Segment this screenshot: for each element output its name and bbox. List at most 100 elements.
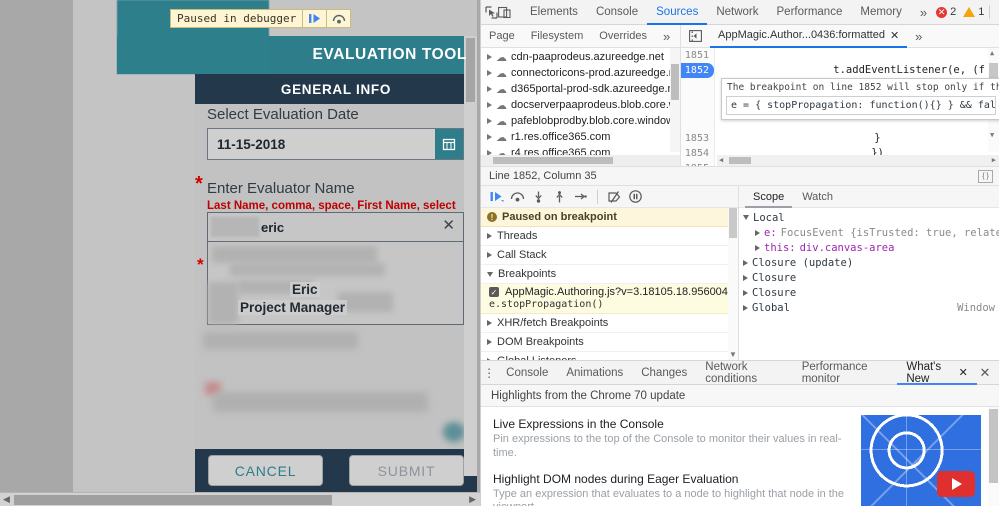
- sources-tab-overrides[interactable]: Overrides: [591, 25, 655, 48]
- app-vertical-scrollbar[interactable]: [464, 36, 477, 476]
- evaluation-date-input[interactable]: 11-15-2018: [207, 128, 464, 160]
- submit-button[interactable]: SUBMIT: [349, 455, 464, 486]
- close-icon[interactable]: ✕: [890, 29, 899, 42]
- section-global-listeners[interactable]: Global Listeners: [481, 352, 738, 360]
- scope-tree[interactable]: Local e: FocusEvent {isTrusted: true, re…: [739, 208, 999, 315]
- error-warning-counts[interactable]: ✕ 2 1: [936, 6, 984, 18]
- sources-nav-more-icon[interactable]: »: [655, 25, 678, 48]
- drawer-tab-whats-new[interactable]: What's New ✕: [897, 361, 977, 385]
- tab-elements[interactable]: Elements: [521, 0, 587, 25]
- section-xhr-breakpoints[interactable]: XHR/fetch Breakpoints: [481, 314, 738, 333]
- line-number[interactable]: 1854: [681, 146, 714, 161]
- chevron-right-icon[interactable]: [487, 86, 492, 92]
- tree-item[interactable]: ☁ r1.res.office365.com: [481, 129, 680, 145]
- step-over-icon[interactable]: [326, 10, 350, 27]
- scope-row-global[interactable]: Global Window: [739, 300, 999, 315]
- more-tabs-icon[interactable]: »: [911, 0, 936, 25]
- file-tab-appmagic[interactable]: AppMagic.Author...0436:formatted ✕: [710, 25, 908, 48]
- editor-horizontal-scrollbar[interactable]: ◀ ▶: [717, 155, 999, 166]
- close-icon[interactable]: ✕: [442, 218, 455, 233]
- pretty-print-icon[interactable]: { }: [978, 169, 993, 183]
- scope-row-closure[interactable]: Closure: [739, 270, 999, 285]
- tab-console[interactable]: Console: [587, 0, 647, 25]
- deactivate-breakpoints-icon[interactable]: [605, 188, 624, 206]
- line-number[interactable]: 1853: [681, 131, 714, 146]
- whats-new-item[interactable]: Highlight DOM nodes during Eager Evaluat…: [493, 472, 848, 506]
- inspect-element-icon[interactable]: [485, 1, 498, 23]
- evaluator-suggestion-list[interactable]: Eric Project Manager: [208, 242, 463, 324]
- device-toolbar-icon[interactable]: [498, 1, 511, 23]
- navigator-vertical-scrollbar[interactable]: [670, 48, 680, 152]
- section-call-stack[interactable]: Call Stack: [481, 246, 738, 265]
- whats-new-item-title[interactable]: Live Expressions in the Console: [493, 417, 848, 431]
- scrollbar-thumb[interactable]: [14, 495, 332, 505]
- tree-item[interactable]: ☁ connectoricons-prod.azureedge.net: [481, 65, 680, 81]
- whats-new-item[interactable]: Live Expressions in the Console Pin expr…: [493, 417, 848, 461]
- code-line[interactable]: t.addEventListener(e, (f: [717, 48, 985, 76]
- resume-icon[interactable]: [487, 188, 506, 206]
- tree-item[interactable]: ☁ cdn-paaprodeus.azureedge.net: [481, 49, 680, 65]
- tab-memory[interactable]: Memory: [851, 0, 911, 25]
- section-breakpoints[interactable]: Breakpoints: [481, 265, 738, 284]
- sources-tab-filesystem[interactable]: Filesystem: [523, 25, 592, 48]
- chevron-right-icon[interactable]: [487, 233, 492, 239]
- scope-row-this[interactable]: this: div.canvas-area: [739, 240, 999, 255]
- chevron-right-icon[interactable]: [755, 229, 760, 236]
- scope-row-e[interactable]: e: FocusEvent {isTrusted: true, relatedT…: [739, 225, 999, 240]
- drawer-tab-performance-monitor[interactable]: Performance monitor: [793, 361, 898, 385]
- kebab-menu-icon[interactable]: ⋮: [481, 366, 497, 380]
- whats-new-item-title[interactable]: Highlight DOM nodes during Eager Evaluat…: [493, 472, 848, 486]
- tree-item[interactable]: ☁ pafeblobprodby.blob.core.windows.r: [481, 113, 680, 129]
- file-tabs-more-icon[interactable]: »: [907, 25, 930, 48]
- breakpoint-list-item[interactable]: ✓ AppMagic.Authoring.js?v=3.18105.18.956…: [481, 284, 738, 314]
- chevron-right-icon[interactable]: [743, 259, 748, 266]
- kebab-menu-icon[interactable]: ⋮: [995, 1, 999, 23]
- code-line[interactable]: }): [808, 131, 884, 159]
- drawer-tab-animations[interactable]: Animations: [557, 361, 632, 385]
- line-number-breakpoint[interactable]: 1852: [681, 63, 714, 78]
- step-out-icon[interactable]: [550, 188, 569, 206]
- scrollbar-thumb[interactable]: [493, 157, 613, 164]
- tab-scope[interactable]: Scope: [745, 186, 792, 208]
- calendar-icon[interactable]: [435, 129, 463, 159]
- tree-item[interactable]: ☁ d365portal-prod-sdk.azureedge.net: [481, 81, 680, 97]
- navigator-horizontal-scrollbar[interactable]: [481, 155, 680, 166]
- breakpoint-condition-input[interactable]: e = { stopPropagation: function(){} } &&…: [726, 96, 996, 115]
- section-dom-breakpoints[interactable]: DOM Breakpoints: [481, 333, 738, 352]
- scrollbar-thumb[interactable]: [729, 157, 751, 164]
- chevron-right-icon[interactable]: [487, 252, 492, 258]
- sources-tab-page[interactable]: Page: [481, 25, 523, 48]
- checkbox-checked-icon[interactable]: ✓: [489, 287, 499, 297]
- scrollbar-thumb[interactable]: [671, 64, 679, 100]
- drawer-vertical-scrollbar[interactable]: ▼: [988, 407, 999, 506]
- chevron-down-icon[interactable]: [487, 271, 493, 277]
- chevron-right-icon[interactable]: [487, 134, 492, 140]
- step-over-icon[interactable]: [508, 188, 527, 206]
- evaluator-search-input[interactable]: eric ✕: [208, 213, 463, 242]
- section-threads[interactable]: Threads: [481, 227, 738, 246]
- sources-navigator-tree[interactable]: ☁ cdn-paaprodeus.azureedge.net ☁ connect…: [481, 48, 681, 166]
- show-navigator-icon[interactable]: [681, 25, 710, 48]
- youtube-play-icon[interactable]: [937, 471, 975, 497]
- code-line[interactable]: e.stopPropagation(): [717, 63, 971, 91]
- debugger-sidebar-scrollbar[interactable]: ▼: [728, 208, 738, 360]
- chevron-right-icon[interactable]: [487, 70, 492, 76]
- chevron-right-icon[interactable]: [755, 244, 760, 251]
- editor-gutter[interactable]: 1851 1852 1853 1854 1855: [681, 48, 715, 166]
- suggestion-name[interactable]: Eric: [290, 282, 320, 297]
- scrollbar-thumb[interactable]: [729, 208, 737, 238]
- tab-network[interactable]: Network: [707, 0, 767, 25]
- chevron-right-icon[interactable]: [487, 358, 492, 360]
- close-icon[interactable]: ✕: [959, 366, 968, 379]
- drawer-tab-changes[interactable]: Changes: [632, 361, 696, 385]
- close-icon[interactable]: ✕: [977, 365, 993, 381]
- chevron-right-icon[interactable]: [743, 304, 748, 311]
- source-code-editor[interactable]: 1851 1852 1853 1854 1855 t.addEventListe…: [681, 48, 999, 166]
- chevron-right-icon[interactable]: [487, 118, 492, 124]
- breakpoint-condition-popup[interactable]: The breakpoint on line 1852 will stop on…: [721, 78, 999, 120]
- scrollbar-thumb[interactable]: [989, 409, 998, 483]
- cancel-button[interactable]: CANCEL: [208, 455, 323, 486]
- suggestion-role[interactable]: Project Manager: [238, 300, 348, 315]
- tab-performance[interactable]: Performance: [768, 0, 852, 25]
- chevron-right-icon[interactable]: [487, 102, 492, 108]
